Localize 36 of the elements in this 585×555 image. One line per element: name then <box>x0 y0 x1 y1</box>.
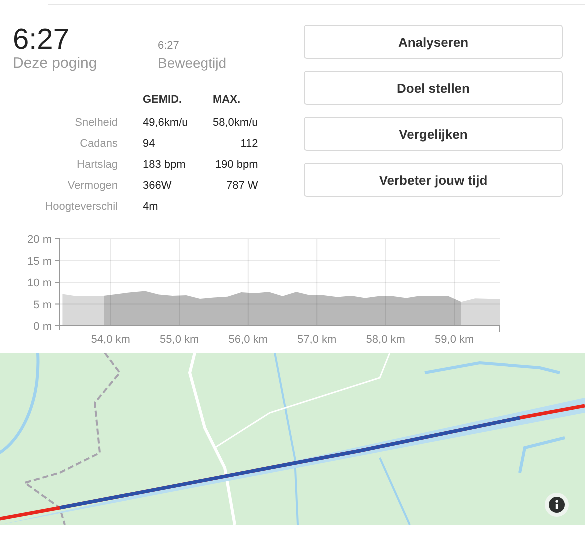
column-header: GEMID. <box>143 94 182 106</box>
stat-label: Hartslag <box>77 158 118 170</box>
x-tick-label: 59,0 km <box>435 334 474 345</box>
stat-value: 112 <box>240 138 258 150</box>
time-value: 6:27 <box>158 39 180 53</box>
stat-label: Snelheid <box>75 116 118 128</box>
x-tick-label: 57,0 km <box>298 334 337 345</box>
stat-value: 787 W <box>226 180 258 192</box>
x-tick-label: 58,0 km <box>366 334 406 345</box>
stat-value: 94 <box>143 138 156 150</box>
column-header: MAX. <box>213 94 240 106</box>
action-button[interactable]: Verbeter jouw tijd <box>304 163 563 197</box>
stat-value: 366W <box>143 180 172 192</box>
stat-label: Vermogen <box>68 180 118 192</box>
stat-value: 183 bpm <box>143 158 186 170</box>
y-tick-label: 5 m <box>34 299 52 312</box>
time-value: 6:27 <box>13 25 70 55</box>
y-tick-label: 15 m <box>28 256 52 268</box>
y-tick-label: 0 m <box>34 321 52 333</box>
action-button[interactable]: Doel stellen <box>304 71 563 105</box>
action-button[interactable]: Analyseren <box>304 25 563 59</box>
stat-value: 190 bpm <box>215 158 258 170</box>
time-label: Beweegtijd <box>158 55 226 71</box>
stat-value: 49,6km/u <box>143 116 188 128</box>
stat-label: Hoogteverschil <box>45 200 118 212</box>
stat-value: 4m <box>143 200 158 212</box>
time-label: Deze poging <box>13 55 98 72</box>
action-button[interactable]: Vergelijken <box>304 117 563 151</box>
stat-value: 58,0km/u <box>213 116 258 128</box>
x-tick-label: 54,0 km <box>91 334 130 345</box>
y-tick-label: 20 m <box>28 234 52 246</box>
x-tick-label: 55,0 km <box>160 334 200 345</box>
x-tick-label: 56,0 km <box>228 334 268 345</box>
y-tick-label: 10 m <box>28 278 52 290</box>
stat-label: Cadans <box>80 138 118 150</box>
info-icon <box>549 497 565 513</box>
